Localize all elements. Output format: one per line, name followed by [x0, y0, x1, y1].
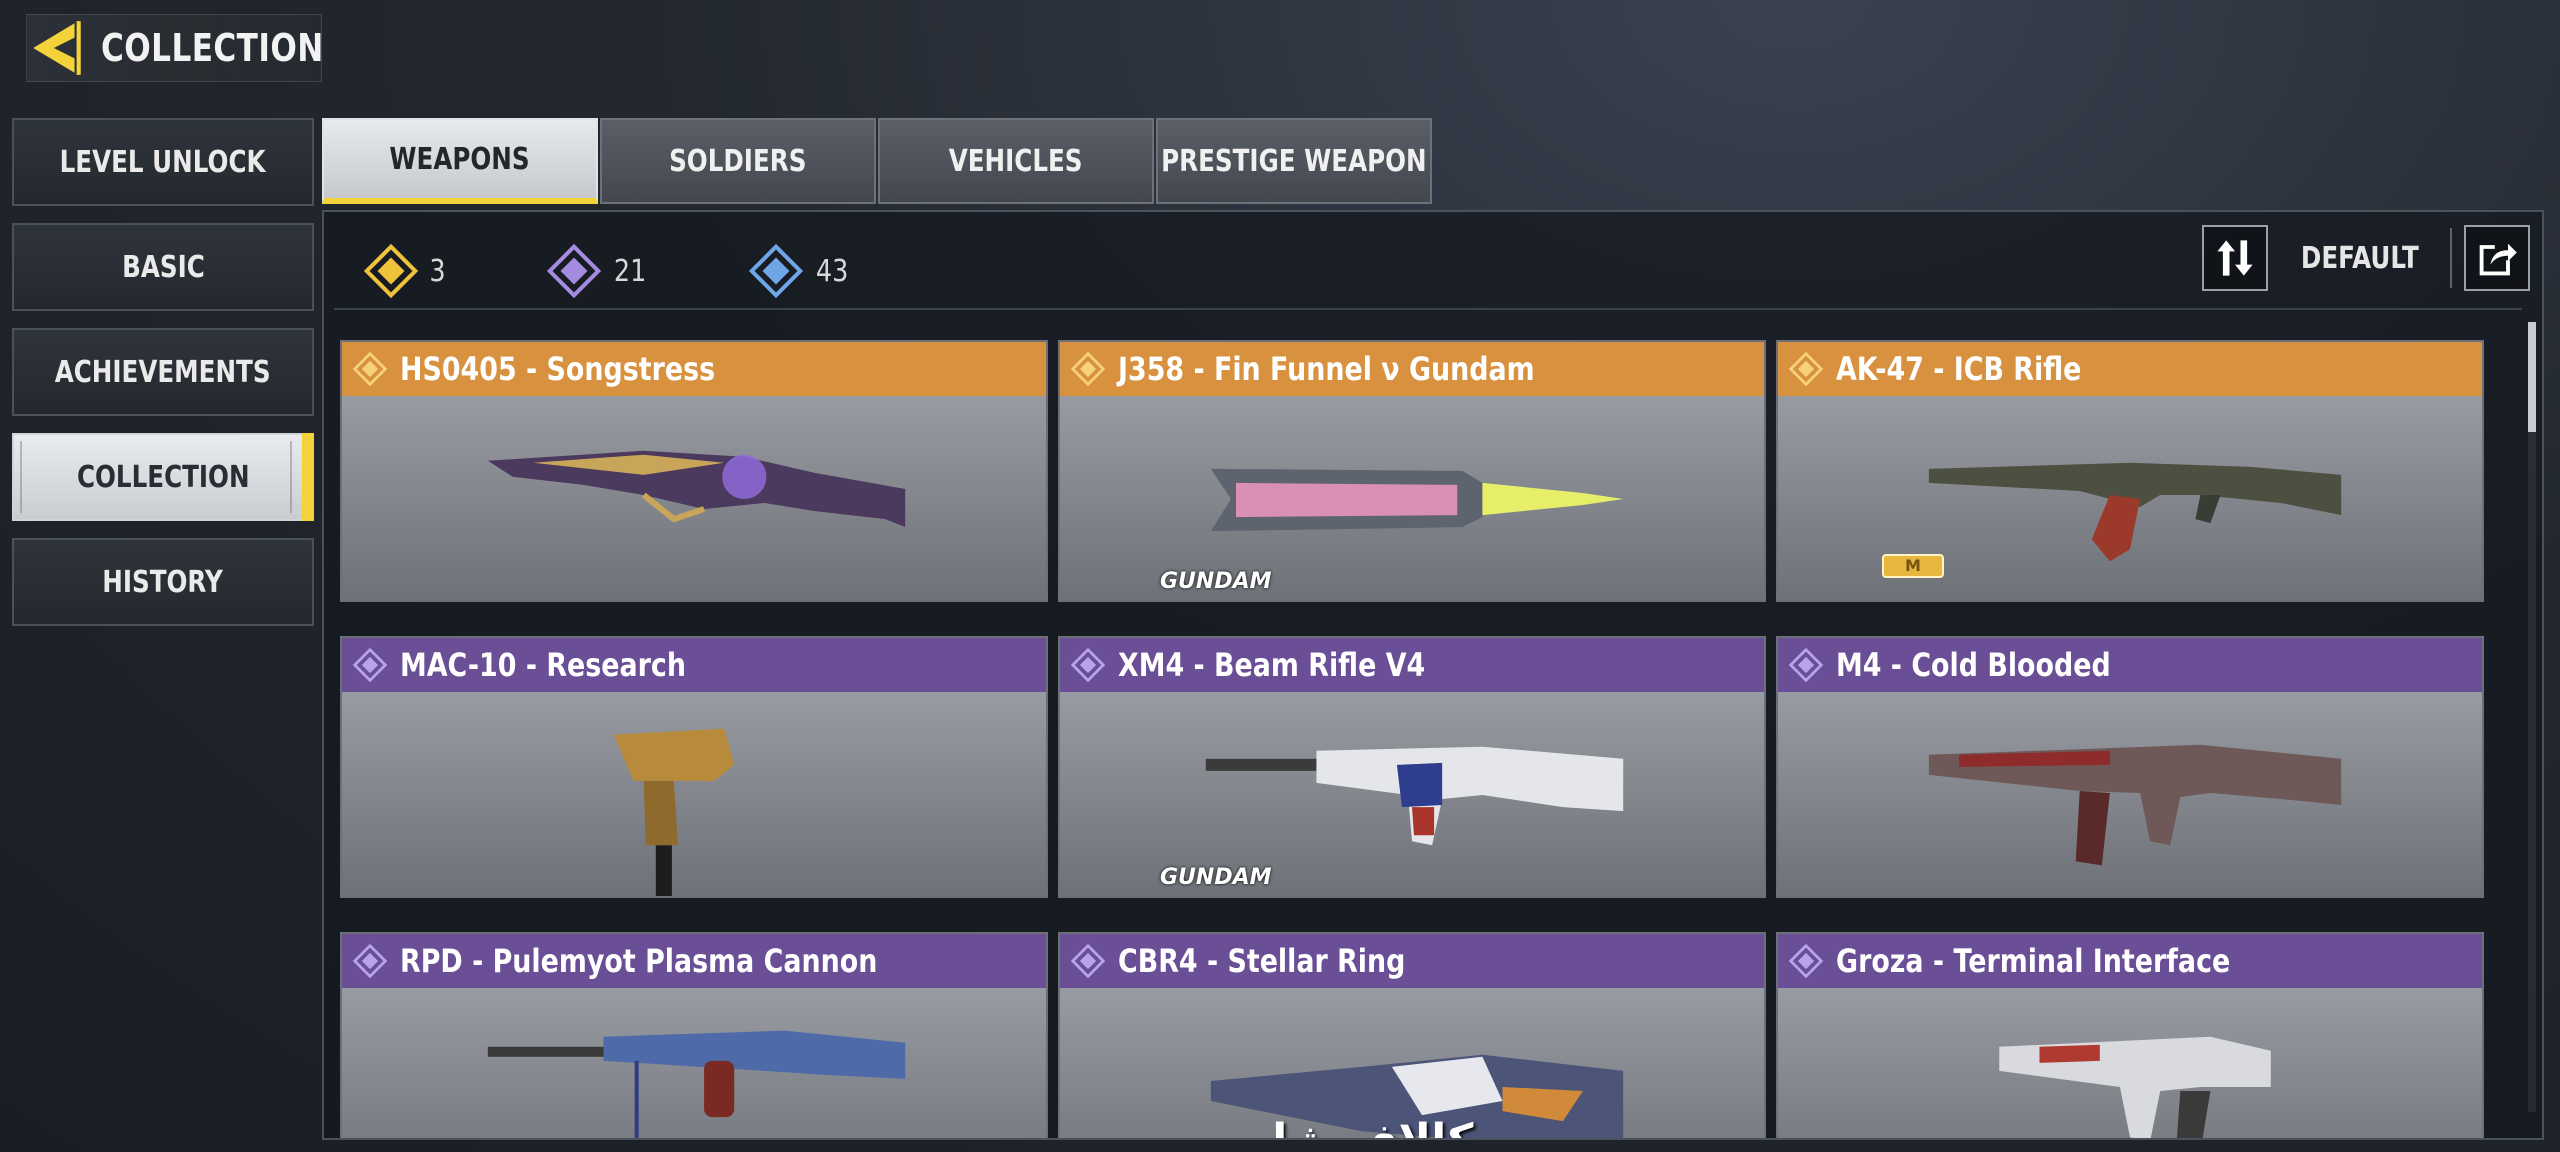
weapon-card[interactable]: MAC-10 - Research [340, 636, 1048, 898]
epic-diamond-icon [1788, 943, 1824, 979]
weapon-card-header: Groza - Terminal Interface [1778, 934, 2482, 988]
sidebar-item-label: HISTORY [102, 564, 224, 600]
legendary-diamond-icon [364, 244, 418, 298]
weapon-name: RPD - Pulemyot Plasma Cannon [400, 942, 878, 980]
weapon-name: XM4 - Beam Rifle V4 [1118, 646, 1426, 684]
back-arrow-icon [33, 21, 81, 75]
weapon-card[interactable]: HS0405 - Songstress [340, 340, 1048, 602]
weapon-card-header: AK-47 - ICB Rifle [1778, 342, 2482, 396]
mythic-mark-badge: M [1882, 554, 1944, 578]
weapon-grid: HS0405 - Songstress J358 - Fin Funnel ν … [340, 340, 2500, 1138]
weapon-name: MAC-10 - Research [400, 646, 686, 684]
weapon-card[interactable]: J358 - Fin Funnel ν Gundam GUNDAM [1058, 340, 1766, 602]
sort-divider [2450, 228, 2452, 288]
sidebar-item-collection[interactable]: COLLECTION [12, 433, 314, 521]
epic-diamond-icon [1788, 647, 1824, 683]
m4-skin-icon [1928, 744, 2342, 866]
weapon-card-header: J358 - Fin Funnel ν Gundam [1060, 342, 1764, 396]
share-icon [2479, 243, 2517, 276]
weapon-image [342, 694, 1046, 896]
legendary-count-value: 3 [429, 253, 446, 289]
weapon-card-header: RPD - Pulemyot Plasma Cannon [342, 934, 1046, 988]
legendary-count: 3 [364, 244, 447, 298]
grid-scrollbar[interactable] [2528, 322, 2536, 1112]
weapon-card-header: HS0405 - Songstress [342, 342, 1046, 396]
rare-count-value: 43 [816, 253, 849, 289]
legendary-diamond-icon [1788, 351, 1824, 387]
sort-label[interactable]: DEFAULT [2301, 241, 2419, 276]
scroll-thumb[interactable] [2528, 322, 2536, 432]
sidebar-item-label: ACHIEVEMENTS [55, 354, 271, 390]
rare-diamond-icon [749, 244, 804, 298]
tab-weapons[interactable]: WEAPONS [322, 118, 598, 204]
weapon-name: Groza - Terminal Interface [1836, 942, 2231, 980]
groza-skin-icon [1999, 1036, 2271, 1138]
panel-divider [334, 308, 2522, 310]
weapon-card-header: XM4 - Beam Rifle V4 [1060, 638, 1764, 692]
weapon-name: CBR4 - Stellar Ring [1118, 942, 1406, 980]
weapon-card[interactable]: XM4 - Beam Rifle V4 GUNDAM [1058, 636, 1766, 898]
rpd-skin-icon [487, 1030, 906, 1138]
share-button[interactable] [2464, 225, 2530, 291]
weapon-name: J358 - Fin Funnel ν Gundam [1118, 350, 1535, 388]
mac10-skin-icon [613, 728, 735, 896]
epic-diamond-icon [547, 244, 602, 298]
tab-label: WEAPONS [389, 141, 531, 177]
epic-diamond-icon [352, 647, 388, 683]
epic-diamond-icon [1070, 647, 1106, 683]
epic-diamond-icon [352, 943, 388, 979]
weapon-card[interactable]: CBR4 - Stellar Ring کالاف شاپ [1058, 932, 1766, 1138]
weapon-card[interactable]: RPD - Pulemyot Plasma Cannon [340, 932, 1048, 1138]
epic-diamond-icon [1070, 943, 1106, 979]
weapon-name: M4 - Cold Blooded [1836, 646, 2111, 684]
gundam-brand-logo: GUNDAM [1160, 865, 1272, 890]
weapon-image [1778, 694, 2482, 896]
weapon-image [342, 990, 1046, 1138]
sort-button[interactable] [2202, 225, 2269, 291]
sidebar-item-basic[interactable]: BASIC [12, 223, 314, 311]
sidebar-item-achievements[interactable]: ACHIEVEMENTS [12, 328, 314, 416]
page-header: COLLECTION [26, 14, 324, 82]
tab-label: VEHICLES [949, 143, 1083, 179]
epic-count: 21 [547, 244, 649, 298]
collection-panel: 3 21 43 DEFAULT HS0405 - Songstress J358… [322, 210, 2544, 1140]
sidebar-item-history[interactable]: HISTORY [12, 538, 314, 626]
legendary-diamond-icon [1070, 351, 1106, 387]
tab-label: SOLDIERS [669, 143, 807, 179]
weapon-card-header: CBR4 - Stellar Ring [1060, 934, 1764, 988]
weapon-card[interactable]: M4 - Cold Blooded [1776, 636, 2484, 898]
watermark-text: کالاف شاپ [1228, 1115, 1473, 1138]
weapon-image [1778, 990, 2482, 1138]
weapon-card-header: MAC-10 - Research [342, 638, 1046, 692]
sidebar-item-label: BASIC [121, 249, 205, 285]
weapon-card[interactable]: AK-47 - ICB Rifle M [1776, 340, 2484, 602]
tab-prestige-weapon[interactable]: PRESTIGE WEAPON [1156, 118, 1432, 204]
gundam-brand-logo: GUNDAM [1160, 569, 1272, 594]
sidebar-item-level-unlock[interactable]: LEVEL UNLOCK [12, 118, 314, 206]
tab-vehicles[interactable]: VEHICLES [878, 118, 1154, 204]
weapon-name: HS0405 - Songstress [400, 350, 716, 388]
tab-label: PRESTIGE WEAPON [1161, 143, 1427, 179]
sort-arrows-icon [2217, 240, 2253, 276]
page-title: COLLECTION [101, 26, 324, 70]
weapon-card-header: M4 - Cold Blooded [1778, 638, 2482, 692]
weapon-image [342, 398, 1046, 600]
legendary-diamond-icon [352, 351, 388, 387]
rarity-counts: 3 21 43 [364, 236, 951, 306]
shotgun-skin-icon [487, 450, 906, 528]
rare-count: 43 [749, 244, 851, 298]
sidebar-item-label: LEVEL UNLOCK [60, 144, 266, 180]
weapon-name: AK-47 - ICB Rifle [1836, 350, 2082, 388]
back-button[interactable] [27, 15, 89, 81]
epic-count-value: 21 [613, 253, 647, 289]
sidebar: LEVEL UNLOCK BASIC ACHIEVEMENTS COLLECTI… [12, 118, 314, 643]
tab-soldiers[interactable]: SOLDIERS [600, 118, 876, 204]
weapon-card[interactable]: Groza - Terminal Interface [1776, 932, 2484, 1138]
sort-controls: DEFAULT [2202, 222, 2530, 294]
category-tabs: WEAPONS SOLDIERS VEHICLES PRESTIGE WEAPO… [322, 118, 1434, 204]
sidebar-item-label: COLLECTION [76, 459, 250, 495]
